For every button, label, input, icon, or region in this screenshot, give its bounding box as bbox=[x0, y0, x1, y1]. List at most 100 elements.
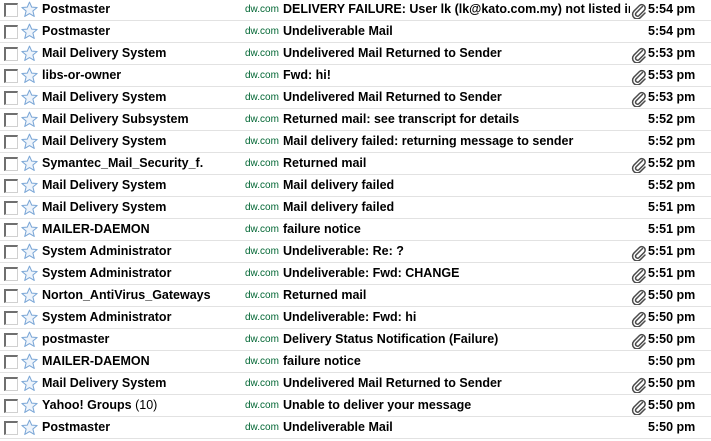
star-icon[interactable] bbox=[21, 287, 38, 304]
sender-name[interactable]: Mail Delivery System bbox=[42, 46, 240, 60]
subject-text[interactable]: Delivery Status Notification (Failure) bbox=[283, 332, 630, 346]
label-tag[interactable]: dw.com bbox=[245, 290, 279, 301]
select-checkbox[interactable] bbox=[4, 157, 18, 171]
select-checkbox[interactable] bbox=[4, 245, 18, 259]
subject-text[interactable]: DELIVERY FAILURE: User lk (lk@kato.com.m… bbox=[283, 2, 630, 16]
sender-name[interactable]: Mail Delivery System bbox=[42, 90, 240, 104]
star-icon[interactable] bbox=[21, 397, 38, 414]
subject-text[interactable]: Undeliverable: Fwd: CHANGE bbox=[283, 266, 630, 280]
select-checkbox[interactable] bbox=[4, 399, 18, 413]
sender-name[interactable]: System Administrator bbox=[42, 310, 240, 324]
sender-name[interactable]: Symantec_Mail_Security_f. bbox=[42, 156, 240, 170]
star-icon[interactable] bbox=[21, 221, 38, 238]
label-tag[interactable]: dw.com bbox=[245, 334, 279, 345]
label-tag[interactable]: dw.com bbox=[245, 356, 279, 367]
label-tag[interactable]: dw.com bbox=[245, 180, 279, 191]
subject-text[interactable]: Returned mail bbox=[283, 288, 630, 302]
select-checkbox[interactable] bbox=[4, 47, 18, 61]
message-row[interactable]: Mail Delivery Subsystem dw.com Returned ma… bbox=[0, 109, 711, 131]
subject-text[interactable]: Fwd: hi! bbox=[283, 68, 630, 82]
select-checkbox[interactable] bbox=[4, 377, 18, 391]
star-icon[interactable] bbox=[21, 353, 38, 370]
label-tag[interactable]: dw.com bbox=[245, 48, 279, 59]
label-tag[interactable]: dw.com bbox=[245, 312, 279, 323]
select-checkbox[interactable] bbox=[4, 3, 18, 17]
select-checkbox[interactable] bbox=[4, 91, 18, 105]
star-icon[interactable] bbox=[21, 45, 38, 62]
label-tag[interactable]: dw.com bbox=[245, 92, 279, 103]
label-tag[interactable]: dw.com bbox=[245, 158, 279, 169]
message-row[interactable]: MAILER-DAEMON dw.com failure notice 5:50 pm bbox=[0, 351, 711, 373]
star-icon[interactable] bbox=[21, 309, 38, 326]
sender-name[interactable]: Postmaster bbox=[42, 420, 240, 434]
select-checkbox[interactable] bbox=[4, 135, 18, 149]
sender-name[interactable]: Mail Delivery System bbox=[42, 376, 240, 390]
select-checkbox[interactable] bbox=[4, 179, 18, 193]
label-tag[interactable]: dw.com bbox=[245, 422, 279, 433]
sender-name[interactable]: Mail Delivery System bbox=[42, 200, 240, 214]
message-row[interactable]: postmaster dw.com Delivery Status Notifica… bbox=[0, 329, 711, 351]
star-icon[interactable] bbox=[21, 243, 38, 260]
select-checkbox[interactable] bbox=[4, 25, 18, 39]
star-icon[interactable] bbox=[21, 265, 38, 282]
subject-text[interactable]: Undeliverable: Fwd: hi bbox=[283, 310, 630, 324]
message-row[interactable]: Norton_AntiVirus_Gateways dw.com Returned … bbox=[0, 285, 711, 307]
message-row[interactable]: Yahoo! Groups (10) dw.com Unable to delive… bbox=[0, 395, 711, 417]
subject-text[interactable]: Unable to deliver your message bbox=[283, 398, 630, 412]
message-row[interactable]: libs-or-owner dw.com Fwd: hi! 5:53 pm bbox=[0, 65, 711, 87]
select-checkbox[interactable] bbox=[4, 267, 18, 281]
star-icon[interactable] bbox=[21, 89, 38, 106]
star-icon[interactable] bbox=[21, 375, 38, 392]
subject-text[interactable]: Undelivered Mail Returned to Sender bbox=[283, 376, 630, 390]
select-checkbox[interactable] bbox=[4, 289, 18, 303]
select-checkbox[interactable] bbox=[4, 355, 18, 369]
select-checkbox[interactable] bbox=[4, 421, 18, 435]
label-tag[interactable]: dw.com bbox=[245, 4, 279, 15]
star-icon[interactable] bbox=[21, 419, 38, 436]
select-checkbox[interactable] bbox=[4, 311, 18, 325]
message-row[interactable]: Mail Delivery System dw.com Undelivered Ma… bbox=[0, 373, 711, 395]
label-tag[interactable]: dw.com bbox=[245, 70, 279, 81]
label-tag[interactable]: dw.com bbox=[245, 224, 279, 235]
star-icon[interactable] bbox=[21, 155, 38, 172]
message-row[interactable]: Mail Delivery System dw.com Undelivered Ma… bbox=[0, 43, 711, 65]
message-row[interactable]: Symantec_Mail_Security_f. dw.com Returned … bbox=[0, 153, 711, 175]
sender-name[interactable]: Postmaster bbox=[42, 24, 240, 38]
select-checkbox[interactable] bbox=[4, 333, 18, 347]
sender-name[interactable]: System Administrator bbox=[42, 266, 240, 280]
message-row[interactable]: MAILER-DAEMON dw.com failure notice 5:51 pm bbox=[0, 219, 711, 241]
star-icon[interactable] bbox=[21, 67, 38, 84]
sender-name[interactable]: System Administrator bbox=[42, 244, 240, 258]
label-tag[interactable]: dw.com bbox=[245, 378, 279, 389]
select-checkbox[interactable] bbox=[4, 113, 18, 127]
star-icon[interactable] bbox=[21, 23, 38, 40]
star-icon[interactable] bbox=[21, 111, 38, 128]
subject-text[interactable]: failure notice bbox=[283, 222, 630, 236]
select-checkbox[interactable] bbox=[4, 201, 18, 215]
message-row[interactable]: System Administrator dw.com Undeliverable:… bbox=[0, 241, 711, 263]
sender-name[interactable]: Yahoo! Groups (10) bbox=[42, 398, 240, 412]
subject-text[interactable]: Undeliverable: Re: ? bbox=[283, 244, 630, 258]
sender-name[interactable]: Mail Delivery System bbox=[42, 178, 240, 192]
subject-text[interactable]: failure notice bbox=[283, 354, 630, 368]
subject-text[interactable]: Undeliverable Mail bbox=[283, 24, 630, 38]
label-tag[interactable]: dw.com bbox=[245, 268, 279, 279]
label-tag[interactable]: dw.com bbox=[245, 136, 279, 147]
subject-text[interactable]: Undelivered Mail Returned to Sender bbox=[283, 90, 630, 104]
sender-name[interactable]: libs-or-owner bbox=[42, 68, 240, 82]
subject-text[interactable]: Mail delivery failed: returning message … bbox=[283, 134, 630, 148]
label-tag[interactable]: dw.com bbox=[245, 400, 279, 411]
message-row[interactable]: Mail Delivery System dw.com Mail delivery … bbox=[0, 131, 711, 153]
sender-name[interactable]: Norton_AntiVirus_Gateways bbox=[42, 288, 240, 302]
subject-text[interactable]: Mail delivery failed bbox=[283, 178, 630, 192]
star-icon[interactable] bbox=[21, 177, 38, 194]
subject-text[interactable]: Returned mail: see transcript for detail… bbox=[283, 112, 630, 126]
message-row[interactable]: Postmaster dw.com Undeliverable Mail 5:54 p… bbox=[0, 21, 711, 43]
message-row[interactable]: Mail Delivery System dw.com Mail delivery … bbox=[0, 175, 711, 197]
label-tag[interactable]: dw.com bbox=[245, 114, 279, 125]
message-row[interactable]: Mail Delivery System dw.com Undelivered Ma… bbox=[0, 87, 711, 109]
sender-name[interactable]: Postmaster bbox=[42, 2, 240, 16]
label-tag[interactable]: dw.com bbox=[245, 202, 279, 213]
label-tag[interactable]: dw.com bbox=[245, 246, 279, 257]
subject-text[interactable]: Mail delivery failed bbox=[283, 200, 630, 214]
